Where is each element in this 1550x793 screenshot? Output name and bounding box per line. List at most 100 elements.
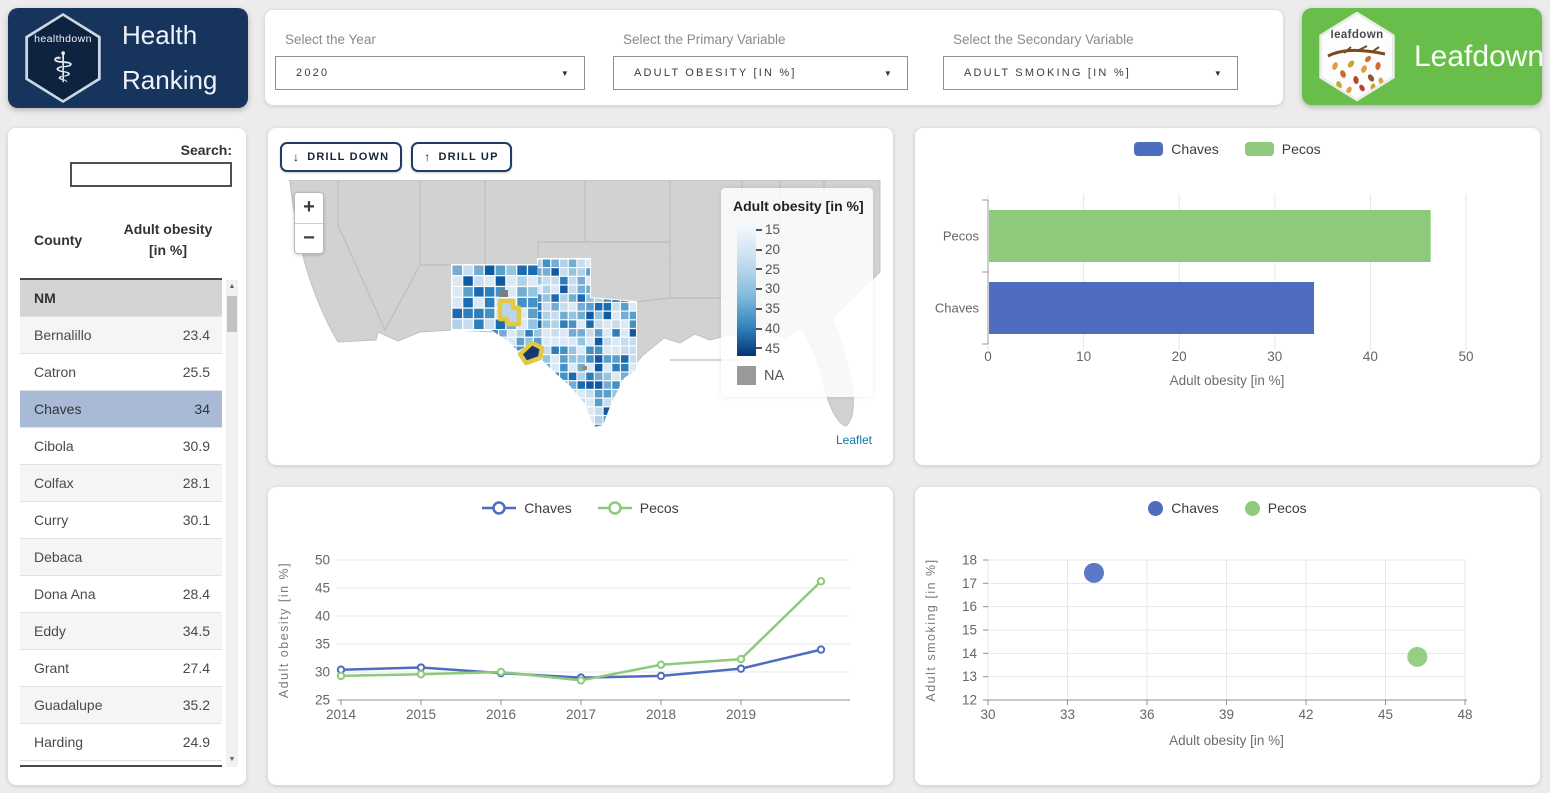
svg-text:14: 14 bbox=[962, 646, 978, 661]
county-cell: Catron bbox=[34, 364, 158, 380]
svg-text:12: 12 bbox=[962, 693, 977, 708]
svg-text:Adult obesity [in %]: Adult obesity [in %] bbox=[1170, 373, 1285, 388]
legend-item[interactable]: Chaves bbox=[1134, 141, 1218, 157]
legend-item-label: Chaves bbox=[524, 500, 571, 516]
leafdown-logo: leafdown bbox=[1302, 8, 1542, 105]
secondary-filter-label: Select the Secondary Variable bbox=[953, 32, 1238, 47]
caduceus-icon: ⚕ bbox=[52, 47, 75, 89]
search-input[interactable] bbox=[70, 162, 232, 187]
health-ranking-logo: healthdown ⚕ Health Ranking bbox=[8, 8, 248, 108]
chevron-down-icon: ▼ bbox=[561, 57, 571, 90]
table-row[interactable]: Grant27.4 bbox=[20, 650, 222, 687]
bar-chart-legend: Chaves Pecos bbox=[915, 141, 1540, 157]
filter-bar: Select the Year 2020 ▼ Select the Primar… bbox=[265, 10, 1283, 105]
scroll-thumb[interactable] bbox=[227, 296, 237, 332]
svg-text:0: 0 bbox=[984, 349, 992, 364]
legend-item[interactable]: Pecos bbox=[1245, 500, 1307, 516]
line-chart-legend: Chaves Pecos bbox=[268, 500, 893, 516]
table-row[interactable]: Cibola30.9 bbox=[20, 428, 222, 465]
leafdown-hexagon-icon: leafdown bbox=[1316, 12, 1398, 102]
table-row[interactable]: Dona Ana28.4 bbox=[20, 576, 222, 613]
table-row[interactable]: Bernalillo23.4 bbox=[20, 317, 222, 354]
table-search: Search: bbox=[70, 142, 232, 187]
legend-gradient-bar bbox=[737, 222, 756, 356]
county-cell: Eddy bbox=[34, 623, 158, 639]
svg-text:2018: 2018 bbox=[646, 707, 676, 722]
na-county[interactable] bbox=[499, 290, 508, 297]
scroll-up-arrow[interactable]: ▲ bbox=[226, 280, 238, 294]
choropleth-map[interactable]: + − Adult obesity [in %] 15202530354045 … bbox=[280, 180, 881, 450]
map-legend: Adult obesity [in %] 15202530354045 NA bbox=[721, 188, 873, 397]
county-cell: Debaca bbox=[34, 549, 158, 565]
value-cell: 24.9 bbox=[158, 734, 210, 750]
svg-text:Adult obesity [in %]: Adult obesity [in %] bbox=[1169, 733, 1284, 748]
table-row[interactable]: Catron25.5 bbox=[20, 354, 222, 391]
svg-text:2015: 2015 bbox=[406, 707, 436, 722]
app-title: Health Ranking bbox=[122, 13, 217, 102]
legend-tick: 45 bbox=[756, 342, 780, 356]
table-row[interactable]: Colfax28.1 bbox=[20, 465, 222, 502]
svg-text:18: 18 bbox=[962, 553, 977, 568]
legend-tick-labels: 15202530354045 bbox=[756, 222, 780, 356]
table-row[interactable]: Chaves34 bbox=[20, 391, 222, 428]
svg-text:Chaves: Chaves bbox=[935, 301, 980, 316]
primary-variable-select[interactable]: ADULT OBESITY [IN %] ▼ bbox=[613, 56, 908, 90]
leafdown-title: Leafdown bbox=[1414, 40, 1544, 74]
table-row[interactable]: Debaca bbox=[20, 539, 222, 576]
value-column-header[interactable]: Adult obesity [in %] bbox=[118, 202, 222, 278]
value-cell: 25.5 bbox=[158, 364, 210, 380]
value-cell: 28.1 bbox=[158, 475, 210, 491]
drill-up-button[interactable]: ↑ DRILL UP bbox=[411, 142, 511, 172]
legend-na-row: NA bbox=[733, 366, 863, 385]
county-cell: Curry bbox=[34, 512, 158, 528]
line-chart-panel: ChavesPecos 2530354045502014201520162017… bbox=[268, 487, 893, 785]
svg-text:Adult smoking [in %]: Adult smoking [in %] bbox=[924, 558, 938, 701]
table-row[interactable]: Curry30.1 bbox=[20, 502, 222, 539]
year-select[interactable]: 2020 ▼ bbox=[275, 56, 585, 90]
svg-text:36: 36 bbox=[1139, 707, 1154, 722]
svg-text:15: 15 bbox=[962, 623, 977, 638]
state-group-row[interactable]: NM bbox=[20, 280, 222, 317]
svg-text:Pecos: Pecos bbox=[943, 229, 980, 244]
county-cell: Dona Ana bbox=[34, 586, 158, 602]
table-row[interactable]: Eddy34.5 bbox=[20, 613, 222, 650]
county-cell: Bernalillo bbox=[34, 327, 158, 343]
county-column-header[interactable]: County bbox=[20, 202, 118, 278]
zoom-out-button[interactable]: − bbox=[295, 223, 323, 253]
legend-tick: 15 bbox=[756, 223, 780, 237]
scroll-down-arrow[interactable]: ▼ bbox=[226, 753, 238, 767]
county-table-body: NM Bernalillo23.4Catron25.5Chaves34Cibol… bbox=[20, 280, 222, 767]
legend-item-label: Chaves bbox=[1171, 500, 1218, 516]
healthdown-hexagon-icon: healthdown ⚕ bbox=[22, 13, 104, 103]
year-select-value: 2020 bbox=[296, 67, 329, 79]
legend-item-label: Pecos bbox=[1268, 500, 1307, 516]
legend-item[interactable]: Pecos bbox=[598, 500, 679, 516]
svg-text:16: 16 bbox=[962, 599, 977, 614]
leaflet-attribution[interactable]: Leaflet bbox=[830, 432, 878, 448]
primary-select-value: ADULT OBESITY [IN %] bbox=[634, 67, 797, 79]
svg-text:48: 48 bbox=[1457, 707, 1472, 722]
secondary-variable-select[interactable]: ADULT SMOKING [IN %] ▼ bbox=[943, 56, 1238, 90]
legend-item-label: Chaves bbox=[1171, 141, 1218, 157]
svg-text:50: 50 bbox=[1458, 349, 1473, 364]
svg-text:45: 45 bbox=[1378, 707, 1393, 722]
table-row[interactable]: Guadalupe35.2 bbox=[20, 687, 222, 724]
arrow-down-icon: ↓ bbox=[293, 150, 300, 164]
svg-text:13: 13 bbox=[962, 669, 977, 684]
zoom-in-button[interactable]: + bbox=[295, 193, 323, 223]
legend-tick: 40 bbox=[756, 322, 780, 336]
legend-item[interactable]: Pecos bbox=[1245, 141, 1321, 157]
legend-item[interactable]: Chaves bbox=[482, 500, 571, 516]
leafdown-branch-icon bbox=[1326, 41, 1388, 93]
county-cell: Chaves bbox=[34, 401, 158, 417]
table-row[interactable]: Harding24.9 bbox=[20, 724, 222, 761]
secondary-filter-group: Select the Secondary Variable ADULT SMOK… bbox=[943, 32, 1238, 90]
legend-item[interactable]: Chaves bbox=[1148, 500, 1218, 516]
year-filter-label: Select the Year bbox=[285, 32, 585, 47]
value-cell: 23.4 bbox=[158, 327, 210, 343]
scatter-chart: 1213141516171830333639424548Adult obesit… bbox=[915, 527, 1540, 777]
legend-tick: 25 bbox=[756, 263, 780, 277]
table-scrollbar[interactable]: ▲ ▼ bbox=[226, 280, 238, 767]
drill-down-button[interactable]: ↓ DRILL DOWN bbox=[280, 142, 402, 172]
county-cell: Guadalupe bbox=[34, 697, 158, 713]
